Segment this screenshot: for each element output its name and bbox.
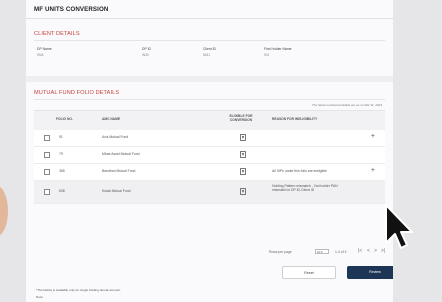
eligible-document-icon [240,134,246,141]
folio-details-rule [34,99,385,100]
holder-name-field: First Holder Name SUI [264,47,292,57]
amc-name: Bandhan Mutual Fund [102,169,136,173]
reason: All SIPs under this folio are ineligible [272,169,327,173]
single-holding-footnote: *The facility is available only for sing… [36,288,121,292]
reason: Holding Pattern mismatch - 2nd holder PA… [272,184,338,192]
prev-page-button[interactable]: < [367,248,370,254]
client-id-field: Client ID 8441 [203,47,216,57]
rows-per-page-select[interactable]: 10 ▾ [315,249,329,254]
row-checkbox[interactable] [44,152,50,158]
note-label: Note: [36,295,44,299]
next-page-button[interactable]: > [374,248,377,254]
eligible-document-icon [240,151,246,158]
mouse-pointer-icon [385,204,413,249]
holder-name-label: First Holder Name [264,47,292,51]
folio-details-heading: MUTUAL FUND FOLIO DETAILS [34,90,120,96]
client-details-rule [34,40,385,41]
folio-no: 638 [59,189,65,193]
row-checkbox[interactable] [44,169,50,175]
rows-per-page-value: 10 [317,250,321,254]
holder-name-value: SUI [264,53,270,57]
main-panel: MF UNITS CONVERSION CLIENT DETAILS DP Na… [26,0,393,302]
table-row[interactable]: 79 Mirae Asset Mutual Fund [34,147,385,164]
expand-plus-icon[interactable]: + [371,167,375,175]
col-reason: REASON FOR INELIGIBILITY [272,117,318,121]
table-row[interactable]: 91 Axis Mutual Fund + [34,130,385,147]
background-decoration [0,186,8,236]
dp-id-value: IN30 [142,53,149,57]
amc-name: Axis Mutual Fund [102,135,129,139]
dp-name-value: SNA [37,53,44,57]
col-eligible: ELIGIBLE FOR CONVERSION [229,114,253,122]
client-details-heading: CLIENT DETAILS [34,31,80,37]
reset-button[interactable]: Reset [282,266,336,279]
col-amc-name: AMC NAME [102,117,121,121]
folio-no: 91 [59,135,63,139]
as-on-date-note: The below mentioned details are as on Ma… [311,103,382,107]
title-divider [26,18,393,19]
col-folio-no: FOLIO NO. [56,117,73,121]
dp-id-label: DP ID [142,47,151,51]
client-id-value: 8441 [203,53,211,57]
page-title: MF UNITS CONVERSION [34,6,109,13]
row-checkbox[interactable] [44,135,50,141]
table-row[interactable]: 638 Kotak Mutual Fund Holding Pattern mi… [34,181,385,204]
amc-name: Mirae Asset Mutual Fund [102,152,140,156]
row-checkbox[interactable] [44,189,50,195]
page-range: 1-4 of 4 [335,250,347,254]
amc-name: Kotak Mutual Fund [102,189,131,193]
ineligible-document-icon [240,168,246,175]
ineligible-document-icon [240,188,246,195]
table-row[interactable]: 365 Bandhan Mutual Fund All SIPs under t… [34,164,385,181]
section-divider [26,76,393,82]
table-header: FOLIO NO. AMC NAME ELIGIBLE FOR CONVERSI… [34,110,385,132]
expand-plus-icon[interactable]: + [371,133,375,141]
dp-name-field: DP Name SNA [37,47,52,57]
folio-no: 365 [59,169,65,173]
review-button[interactable]: Review [347,266,393,279]
dp-id-field: DP ID IN30 [142,47,151,57]
rows-per-page-label: Rows per page [269,250,292,254]
dp-name-label: DP Name [37,47,52,51]
folio-no: 79 [59,152,63,156]
client-id-label: Client ID [203,47,217,51]
first-page-button[interactable]: |< [358,248,362,254]
